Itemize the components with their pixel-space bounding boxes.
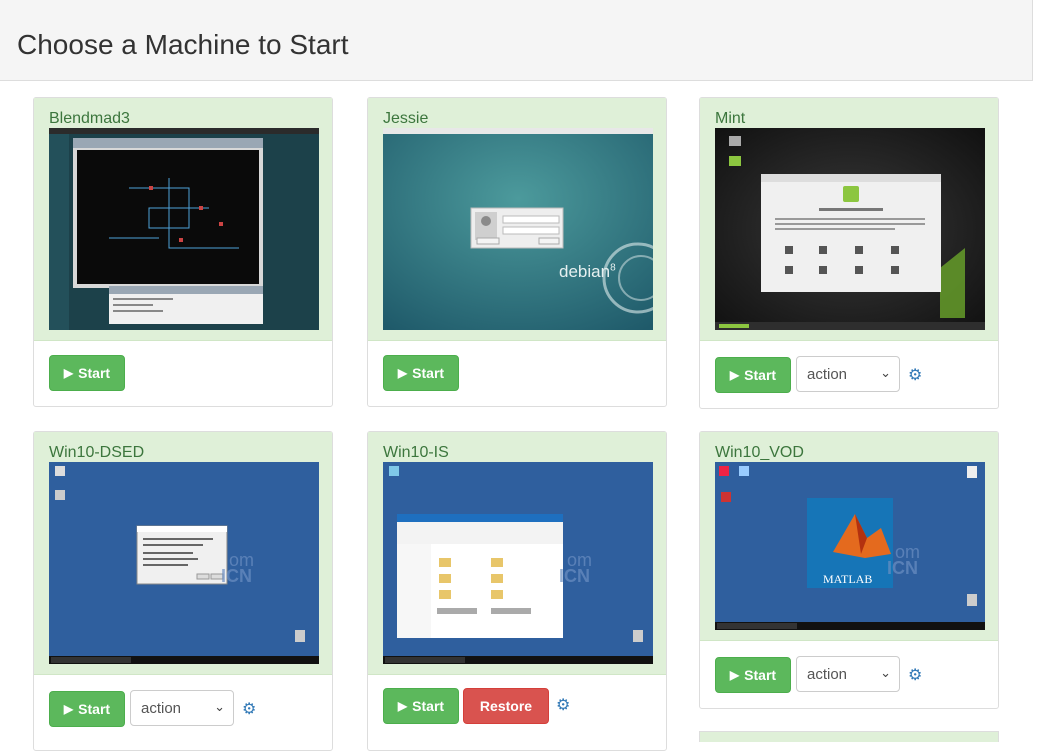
- machine-screenshot[interactable]: [715, 128, 985, 330]
- machine-card-blendmad3: Blendmad3 ▶ Start: [33, 97, 333, 407]
- machine-name: Win10_VOD: [715, 444, 804, 461]
- start-button[interactable]: ▶ Start: [715, 357, 791, 393]
- gear-icon[interactable]: ⚙: [556, 698, 572, 714]
- svg-text:ICN: ICN: [221, 566, 252, 586]
- screenshot-image: om ICN: [49, 462, 319, 664]
- screenshot-image: [49, 128, 319, 330]
- play-icon: ▶: [63, 702, 74, 716]
- machine-name: Win10-IS: [383, 444, 449, 461]
- play-icon: ▶: [729, 668, 740, 682]
- start-button[interactable]: ▶ Start: [49, 355, 125, 391]
- action-select[interactable]: action ⌄: [796, 356, 900, 392]
- action-select[interactable]: action ⌄: [796, 656, 900, 692]
- gear-icon[interactable]: ⚙: [242, 702, 258, 718]
- page-title: Choose a Machine to Start: [17, 29, 349, 60]
- machine-screenshot[interactable]: om ICN: [49, 462, 319, 664]
- screenshot-image: [383, 128, 653, 330]
- svg-text:ICN: ICN: [887, 558, 918, 578]
- screenshot-image: om ICN: [383, 462, 653, 664]
- screenshot-image: om ICN: [715, 462, 985, 630]
- app-logo: MATLAB: [823, 572, 873, 586]
- play-icon: ▶: [729, 368, 740, 382]
- start-button[interactable]: ▶ Start: [383, 688, 459, 724]
- gear-icon[interactable]: ⚙: [908, 368, 924, 384]
- machine-card-win10-dsed: Win10-DSED om ICN ▶ Start action ⌄ ⚙: [33, 431, 333, 751]
- machine-name: Win10-DSED: [49, 444, 145, 461]
- machine-card-win10-is: Win10-IS om ICN ▶ Start Restore ⚙: [367, 431, 667, 751]
- restore-button[interactable]: Restore: [463, 688, 549, 724]
- os-logo: debian8: [559, 262, 616, 281]
- machine-card-mint: Mint ▶ Start action ⌄ ⚙: [699, 97, 999, 409]
- machine-name: Mint: [715, 110, 746, 127]
- machine-screenshot[interactable]: om ICN: [383, 462, 653, 664]
- page-header: Choose a Machine to Start: [0, 0, 1033, 81]
- start-button[interactable]: ▶ Start: [715, 657, 791, 693]
- play-icon: ▶: [63, 366, 74, 380]
- machine-screenshot[interactable]: debian8: [383, 128, 653, 330]
- chevron-down-icon: ⌄: [214, 699, 225, 714]
- screenshot-image: [715, 128, 985, 330]
- machine-screenshot[interactable]: om ICN MATLAB: [715, 462, 985, 630]
- gear-icon[interactable]: ⚙: [908, 668, 924, 684]
- machine-name: Blendmad3: [49, 110, 130, 127]
- machine-card-partial: [699, 731, 999, 742]
- start-button[interactable]: ▶ Start: [49, 691, 125, 727]
- chevron-down-icon: ⌄: [880, 365, 891, 380]
- play-icon: ▶: [397, 699, 408, 713]
- play-icon: ▶: [397, 366, 408, 380]
- action-select[interactable]: action ⌄: [130, 690, 234, 726]
- machine-card-win10-vod: Win10_VOD om ICN MATLAB ▶ Start action ⌄…: [699, 431, 999, 709]
- machine-card-jessie: Jessie debian8 ▶ Start: [367, 97, 667, 407]
- svg-text:ICN: ICN: [559, 566, 590, 586]
- machine-screenshot[interactable]: [49, 128, 319, 330]
- machine-name: Jessie: [383, 110, 429, 127]
- chevron-down-icon: ⌄: [880, 665, 891, 680]
- start-button[interactable]: ▶ Start: [383, 355, 459, 391]
